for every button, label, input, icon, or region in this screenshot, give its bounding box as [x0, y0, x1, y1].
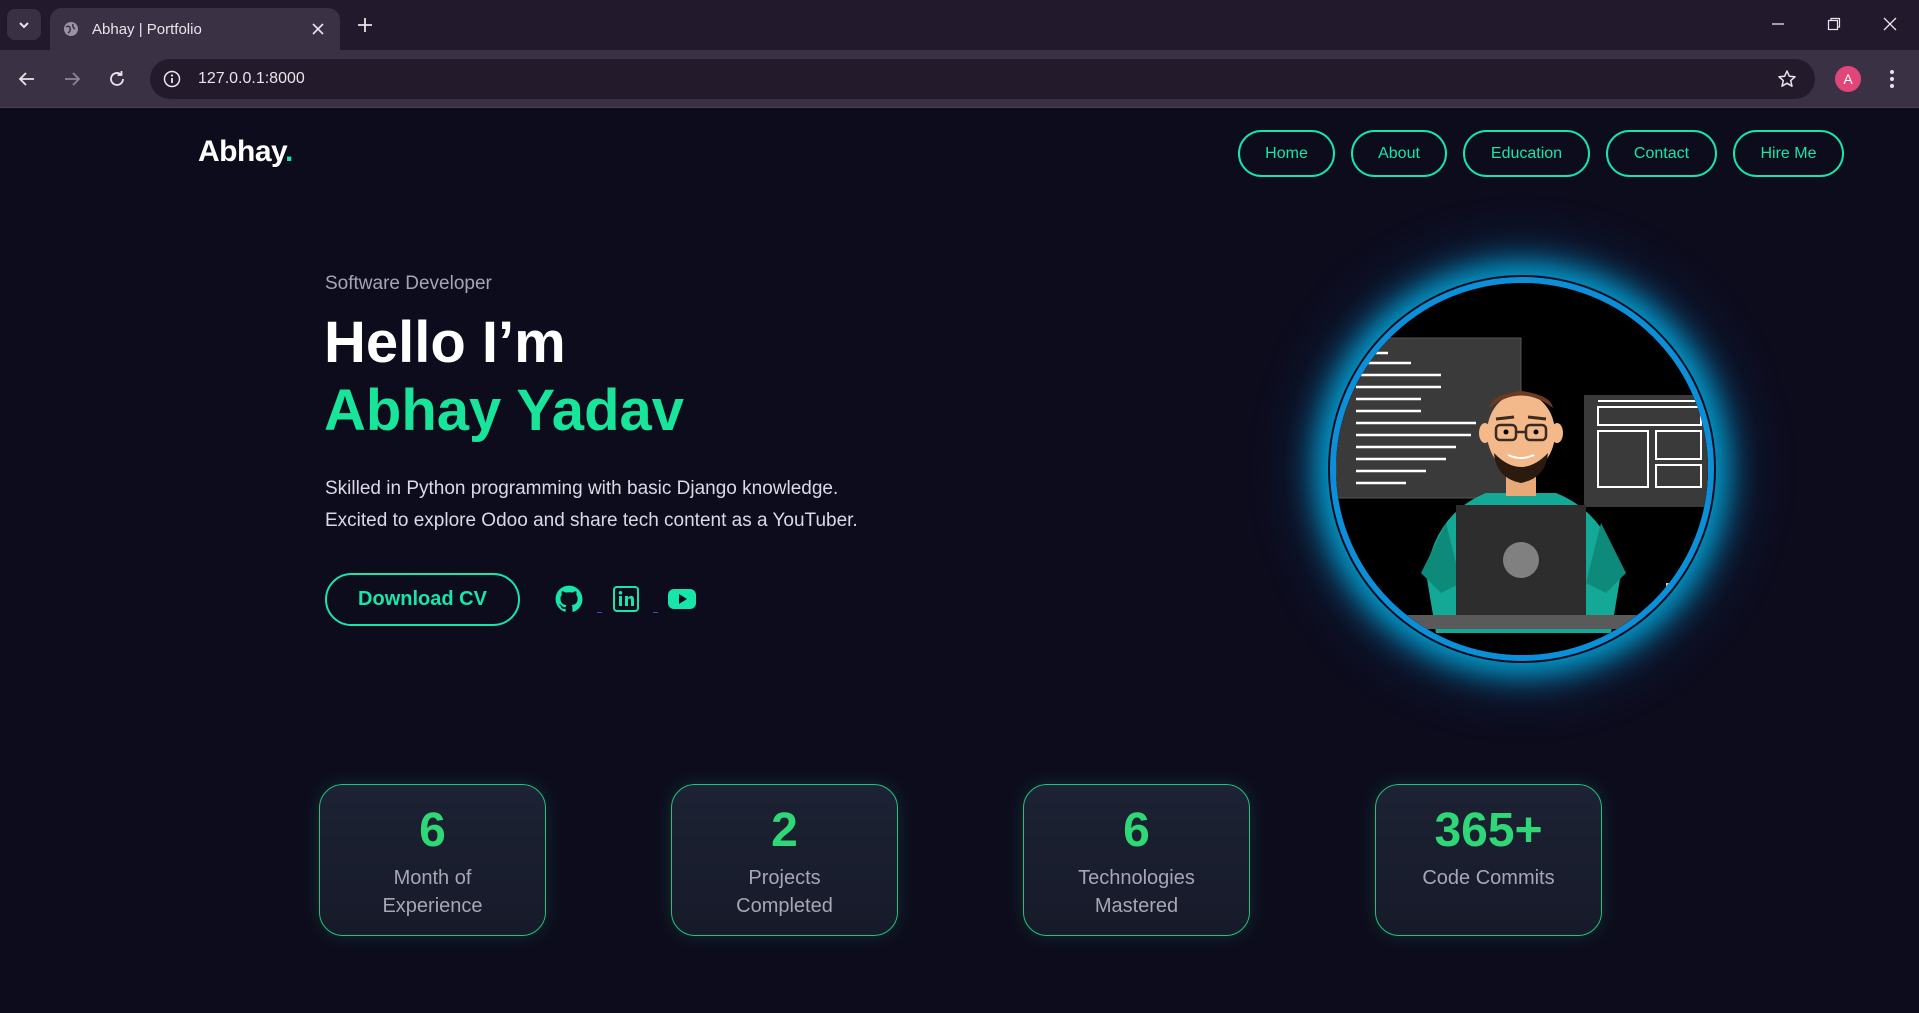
minimize-icon — [1772, 23, 1784, 25]
site-logo[interactable]: Abhay. — [198, 135, 293, 169]
nav-education-button[interactable]: Education — [1463, 130, 1590, 177]
portfolio-page: Abhay. Home About Education Contact Hire… — [0, 109, 1919, 1013]
close-icon — [1883, 17, 1897, 31]
restore-button[interactable] — [1814, 8, 1854, 40]
developer-illustration — [1336, 283, 1708, 655]
reload-icon — [110, 71, 124, 86]
profile-illustration — [1330, 277, 1714, 661]
nav-home-button[interactable]: Home — [1238, 130, 1335, 177]
stat-label: Month of Experience — [382, 867, 483, 917]
arrow-left-icon — [18, 72, 34, 86]
hero-description: Skilled in Python programming with basic… — [325, 473, 945, 537]
download-cv-button[interactable]: Download CV — [325, 573, 520, 626]
arrow-right-icon — [65, 72, 81, 86]
stat-value: 365+ — [1434, 804, 1543, 857]
tab-title: Abhay | Portfolio — [92, 20, 202, 38]
nav-contact-button[interactable]: Contact — [1606, 130, 1717, 177]
address-bar[interactable]: 127.0.0.1:8000 — [150, 59, 1815, 99]
profile-avatar[interactable]: A — [1835, 66, 1861, 92]
reload-button[interactable] — [100, 62, 134, 96]
forward-button[interactable] — [55, 62, 89, 96]
youtube-icon[interactable] — [667, 584, 697, 614]
stat-card: 365+ Code Commits — [1375, 784, 1602, 936]
logo-dot: . — [284, 135, 293, 168]
stat-value: 6 — [419, 804, 446, 857]
linkedin-icon[interactable] — [611, 584, 641, 614]
globe-icon — [62, 20, 80, 38]
plus-icon — [358, 18, 372, 32]
browser-menu-button[interactable] — [1877, 62, 1907, 96]
browser-tab[interactable]: Abhay | Portfolio — [50, 8, 340, 50]
link-underline — [597, 612, 602, 613]
stat-value: 6 — [1123, 804, 1150, 857]
back-button[interactable] — [10, 62, 44, 96]
minimize-button[interactable] — [1758, 8, 1798, 40]
site-info-icon[interactable] — [156, 63, 188, 95]
stat-value: 2 — [771, 804, 798, 857]
new-tab-button[interactable] — [351, 11, 379, 39]
chevron-down-icon — [19, 21, 29, 28]
nav-hire-me-button[interactable]: Hire Me — [1733, 130, 1844, 177]
bookmark-star-icon[interactable] — [1771, 63, 1803, 95]
main-nav: Home About Education Contact Hire Me — [1238, 130, 1844, 177]
hero-description-line-1: Skilled in Python programming with basic… — [325, 478, 839, 499]
hero-description-line-2: Excited to explore Odoo and share tech c… — [325, 510, 858, 531]
close-window-button[interactable] — [1870, 8, 1910, 40]
stat-label: Code Commits — [1422, 867, 1555, 889]
stat-label: Projects Completed — [736, 867, 833, 917]
url-text[interactable]: 127.0.0.1:8000 — [198, 70, 1771, 88]
stat-card: 2 Projects Completed — [671, 784, 898, 936]
browser-toolbar: 127.0.0.1:8000 — [0, 50, 1919, 108]
tab-search-button[interactable] — [7, 9, 41, 40]
logo-text: Abhay — [198, 135, 285, 168]
stat-label: Technologies Mastered — [1078, 867, 1195, 917]
hero-subtitle: Software Developer — [325, 273, 492, 294]
more-vertical-icon — [1890, 70, 1894, 88]
restore-icon — [1827, 17, 1841, 31]
stat-card: 6 Month of Experience — [319, 784, 546, 936]
github-icon[interactable] — [554, 584, 584, 614]
hero-greeting: Hello I’m — [324, 310, 566, 375]
nav-about-button[interactable]: About — [1351, 130, 1447, 177]
stat-card: 6 Technologies Mastered — [1023, 784, 1250, 936]
close-tab-icon[interactable] — [306, 17, 330, 41]
browser-tabstrip: Abhay | Portfolio — [0, 0, 1919, 50]
hero-name: Abhay Yadav — [324, 378, 685, 443]
link-underline — [653, 612, 658, 613]
